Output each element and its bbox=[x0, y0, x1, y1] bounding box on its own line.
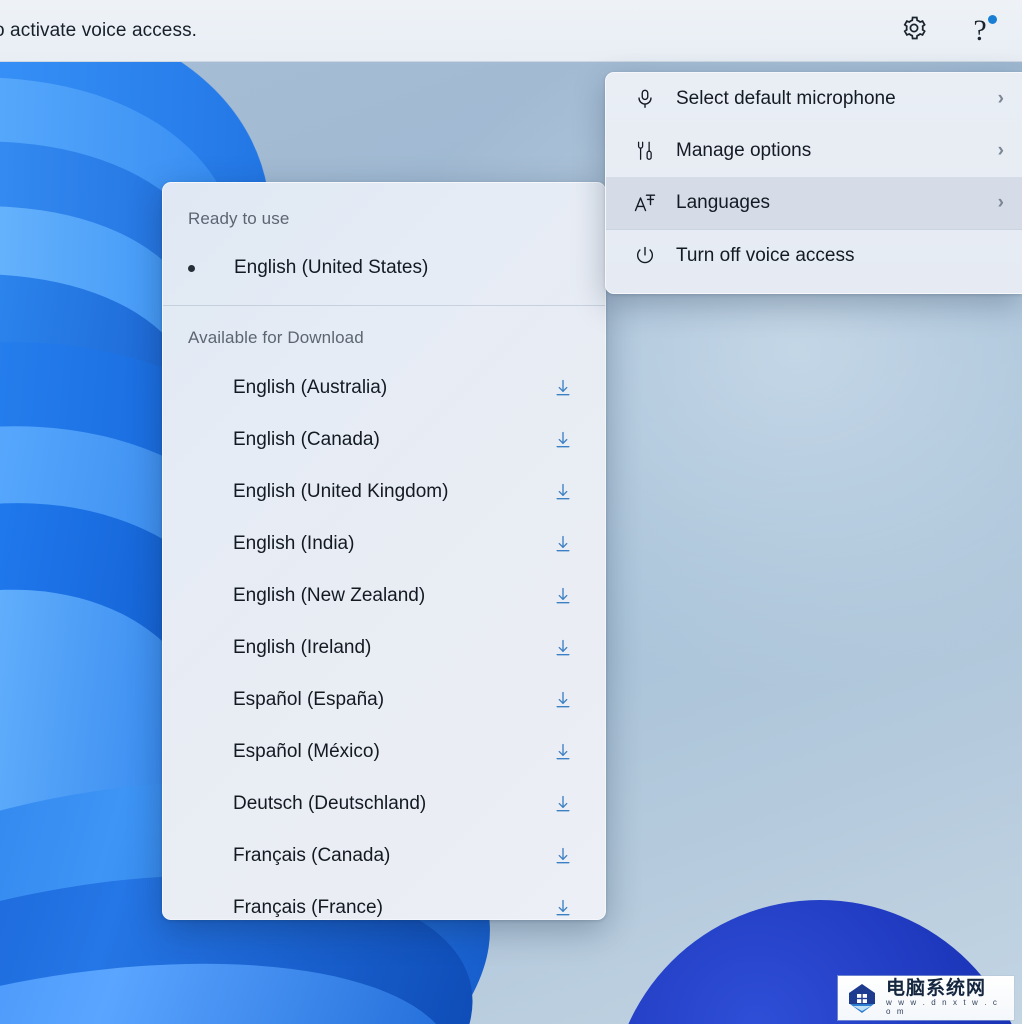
watermark-url: w w w . d n x t w . c o m bbox=[886, 999, 1008, 1017]
language-label: English (New Zealand) bbox=[233, 585, 551, 607]
question-mark-icon: ? bbox=[973, 16, 986, 46]
language-label: Español (España) bbox=[233, 689, 551, 711]
language-label: English (Ireland) bbox=[233, 637, 551, 659]
help-button[interactable]: ? bbox=[960, 11, 1000, 51]
download-icon[interactable] bbox=[551, 532, 575, 556]
list-item[interactable]: English (Ireland) bbox=[163, 622, 605, 674]
download-icon[interactable] bbox=[551, 740, 575, 764]
list-item[interactable]: English (New Zealand) bbox=[163, 570, 605, 622]
menu-item-label: Manage options bbox=[676, 140, 998, 162]
download-icon[interactable] bbox=[551, 844, 575, 868]
language-label: Deutsch (Deutschland) bbox=[233, 793, 551, 815]
language-label: Español (México) bbox=[233, 741, 551, 763]
ready-to-use-heading: Ready to use bbox=[163, 183, 605, 229]
voice-access-message: o activate voice access. bbox=[0, 20, 197, 42]
list-item[interactable]: Español (España) bbox=[163, 674, 605, 726]
voice-access-context-menu: Select default microphone › Manage optio… bbox=[605, 72, 1022, 294]
download-icon[interactable] bbox=[551, 688, 575, 712]
menu-item-manage-options[interactable]: Manage options › bbox=[606, 125, 1022, 177]
voice-access-bar: o activate voice access. ? bbox=[0, 0, 1022, 62]
language-icon bbox=[628, 191, 662, 215]
menu-item-select-default-microphone[interactable]: Select default microphone › bbox=[606, 73, 1022, 125]
microphone-icon bbox=[628, 88, 662, 110]
list-item[interactable]: Français (France) bbox=[163, 882, 605, 920]
notification-dot-icon bbox=[988, 15, 997, 24]
watermark-text: 电脑系统网 w w w . d n x t w . c o m bbox=[886, 979, 1008, 1017]
download-icon[interactable] bbox=[551, 792, 575, 816]
language-label: English (India) bbox=[233, 533, 551, 555]
language-ready-item[interactable]: English (United States) bbox=[163, 239, 605, 297]
language-label: English (United Kingdom) bbox=[233, 481, 551, 503]
list-item[interactable]: English (India) bbox=[163, 518, 605, 570]
list-item[interactable]: English (United Kingdom) bbox=[163, 466, 605, 518]
available-for-download-heading: Available for Download bbox=[163, 306, 605, 348]
menu-item-label: Languages bbox=[676, 192, 998, 214]
list-item[interactable]: English (Canada) bbox=[163, 414, 605, 466]
language-label: Français (France) bbox=[233, 897, 551, 919]
menu-item-languages[interactable]: Languages › bbox=[606, 177, 1022, 229]
download-icon[interactable] bbox=[551, 636, 575, 660]
list-item[interactable]: English (Australia) bbox=[163, 362, 605, 414]
download-icon[interactable] bbox=[551, 376, 575, 400]
language-label: Français (Canada) bbox=[233, 845, 551, 867]
settings-button[interactable] bbox=[894, 11, 934, 51]
download-icon[interactable] bbox=[551, 584, 575, 608]
chevron-right-icon: › bbox=[998, 140, 1004, 162]
download-language-list: English (Australia) English (Canada) Eng… bbox=[163, 362, 605, 920]
chevron-right-icon: › bbox=[998, 88, 1004, 110]
watermark-name: 电脑系统网 bbox=[886, 979, 1008, 999]
tools-icon bbox=[628, 140, 662, 162]
download-icon[interactable] bbox=[551, 428, 575, 452]
language-label: English (Australia) bbox=[233, 377, 551, 399]
voice-access-actions: ? bbox=[894, 11, 1022, 51]
power-icon bbox=[628, 245, 662, 267]
list-item[interactable]: Deutsch (Deutschland) bbox=[163, 778, 605, 830]
download-icon[interactable] bbox=[551, 896, 575, 920]
site-watermark: 电脑系统网 w w w . d n x t w . c o m bbox=[838, 976, 1014, 1020]
menu-item-turn-off-voice-access[interactable]: Turn off voice access bbox=[606, 230, 1022, 282]
language-ready-label: English (United States) bbox=[234, 257, 428, 279]
list-item[interactable]: Español (México) bbox=[163, 726, 605, 778]
language-label: English (Canada) bbox=[233, 429, 551, 451]
screen: o activate voice access. ? Ready to use … bbox=[0, 0, 1022, 1024]
menu-item-label: Turn off voice access bbox=[676, 245, 1004, 267]
selected-bullet-icon bbox=[188, 265, 210, 272]
gear-icon bbox=[900, 14, 928, 47]
chevron-right-icon: › bbox=[998, 192, 1004, 214]
download-icon[interactable] bbox=[551, 480, 575, 504]
menu-item-label: Select default microphone bbox=[676, 88, 998, 110]
list-item[interactable]: Français (Canada) bbox=[163, 830, 605, 882]
languages-panel: Ready to use English (United States) Ava… bbox=[162, 182, 606, 920]
watermark-logo-icon bbox=[844, 980, 880, 1016]
